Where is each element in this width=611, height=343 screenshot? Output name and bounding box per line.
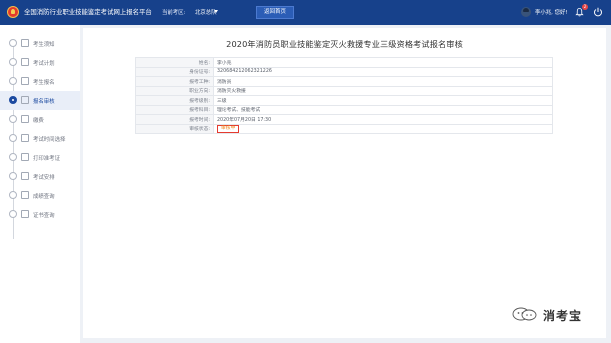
form-icon bbox=[21, 77, 29, 85]
fire-emblem-icon bbox=[7, 6, 19, 18]
sidebar-item-label: 考试安排 bbox=[33, 175, 55, 181]
table-row: 报考级别: 三级 bbox=[135, 95, 553, 106]
search-icon bbox=[21, 191, 29, 199]
watermark: 消考宝 bbox=[512, 305, 607, 325]
step-dot-icon bbox=[9, 77, 17, 85]
wallet-icon bbox=[21, 115, 29, 123]
sidebar-item-review[interactable]: 报名审核 bbox=[0, 91, 80, 110]
status-badge: 审核中 bbox=[217, 124, 240, 133]
step-dot-icon bbox=[9, 210, 17, 218]
sidebar-item-label: 考试计划 bbox=[33, 61, 55, 67]
home-button[interactable]: 返回首页 bbox=[256, 6, 294, 19]
step-dot-icon bbox=[9, 96, 17, 104]
sidebar: 考生须知 考试计划 考生报名 报名审核 缴费 考试时间选择 打印准考证 考试安排 bbox=[0, 25, 80, 343]
row-label: 审核状态: bbox=[135, 123, 214, 134]
step-dot-icon bbox=[9, 134, 17, 142]
sidebar-item-print-ticket[interactable]: 打印准考证 bbox=[0, 148, 80, 167]
chevron-down-icon[interactable] bbox=[214, 10, 218, 13]
sidebar-item-label: 成绩查询 bbox=[33, 194, 55, 200]
row-label: 职业方向: bbox=[135, 85, 214, 96]
avatar[interactable] bbox=[521, 7, 531, 17]
step-dot-icon bbox=[9, 191, 17, 199]
main-panel: 2020年消防员职业技能鉴定灭火救援专业三级资格考试报名审核 姓名: 李小兆 身… bbox=[83, 28, 606, 338]
row-value: 320684212062321226 bbox=[213, 66, 553, 77]
sidebar-item-label: 证书查询 bbox=[33, 213, 55, 219]
top-bar: 全国消防行业职业技能鉴定考试网上报名平台 当前考区: 北京总队 返回首页 李小兆… bbox=[0, 0, 611, 25]
sidebar-item-label: 考试时间选择 bbox=[33, 137, 66, 143]
chat-bubbles-icon bbox=[512, 307, 537, 321]
registration-info-table: 姓名: 李小兆 身份证号: 320684212062321226 报考工种: 消… bbox=[135, 57, 553, 134]
user-greeting[interactable]: 李小兆, 您好! bbox=[535, 8, 568, 16]
review-icon bbox=[21, 96, 29, 104]
row-label: 姓名: bbox=[135, 57, 214, 68]
table-row: 审核状态: 审核中 bbox=[135, 123, 553, 134]
row-value: 2020年07月20日 17:30 bbox=[213, 114, 553, 125]
row-value: 李小兆 bbox=[213, 57, 553, 68]
row-label: 报考时间: bbox=[135, 114, 214, 125]
step-dot-icon bbox=[9, 58, 17, 66]
row-label: 报考工种: bbox=[135, 76, 214, 87]
table-row: 职业方向: 消防灭火救援 bbox=[135, 85, 553, 96]
region-label: 当前考区: bbox=[162, 10, 186, 16]
sidebar-item-exam-time[interactable]: 考试时间选择 bbox=[0, 129, 80, 148]
step-dot-icon bbox=[9, 153, 17, 161]
sidebar-item-certificate[interactable]: 证书查询 bbox=[0, 205, 80, 224]
row-label: 报考科目: bbox=[135, 104, 214, 115]
sidebar-item-payment[interactable]: 缴费 bbox=[0, 110, 80, 129]
table-row: 报考科目: 理论考试、技能考试 bbox=[135, 104, 553, 115]
table-row: 报考时间: 2020年07月20日 17:30 bbox=[135, 114, 553, 125]
app-title: 全国消防行业职业技能鉴定考试网上报名平台 bbox=[24, 8, 152, 16]
table-row: 身份证号: 320684212062321226 bbox=[135, 66, 553, 77]
row-value: 消防灭火救援 bbox=[213, 85, 553, 96]
row-label: 报考级别: bbox=[135, 95, 214, 106]
power-icon[interactable] bbox=[593, 7, 603, 17]
sidebar-item-plan[interactable]: 考试计划 bbox=[0, 53, 80, 72]
page-title: 2020年消防员职业技能鉴定灭火救援专业三级资格考试报名审核 bbox=[226, 39, 463, 49]
sidebar-item-label: 报名审核 bbox=[33, 99, 55, 105]
clock-icon bbox=[21, 134, 29, 142]
table-row: 姓名: 李小兆 bbox=[135, 57, 553, 68]
step-dot-icon bbox=[9, 115, 17, 123]
sidebar-item-scores[interactable]: 成绩查询 bbox=[0, 186, 80, 205]
row-value: 三级 bbox=[213, 95, 553, 106]
edit-icon bbox=[21, 172, 29, 180]
step-dot-icon bbox=[9, 39, 17, 47]
sidebar-item-arrangement[interactable]: 考试安排 bbox=[0, 167, 80, 186]
sidebar-item-label: 考生须知 bbox=[33, 42, 55, 48]
notification-badge: 2 bbox=[582, 4, 588, 10]
row-value: 消防员 bbox=[213, 76, 553, 87]
row-value: 理论考试、技能考试 bbox=[213, 104, 553, 115]
sidebar-item-label: 打印准考证 bbox=[33, 156, 60, 162]
row-label: 身份证号: bbox=[135, 66, 214, 77]
sidebar-item-notice[interactable]: 考生须知 bbox=[0, 34, 80, 53]
search-icon bbox=[21, 210, 29, 218]
watermark-text: 消考宝 bbox=[543, 309, 583, 323]
sidebar-item-label: 缴费 bbox=[33, 118, 44, 124]
calendar-icon bbox=[21, 58, 29, 66]
step-dot-icon bbox=[9, 172, 17, 180]
sidebar-item-label: 考生报名 bbox=[33, 80, 55, 86]
status-cell: 审核中 bbox=[213, 123, 553, 134]
sidebar-item-register[interactable]: 考生报名 bbox=[0, 72, 80, 91]
table-row: 报考工种: 消防员 bbox=[135, 76, 553, 87]
gear-icon bbox=[21, 153, 29, 161]
document-icon bbox=[21, 39, 29, 47]
